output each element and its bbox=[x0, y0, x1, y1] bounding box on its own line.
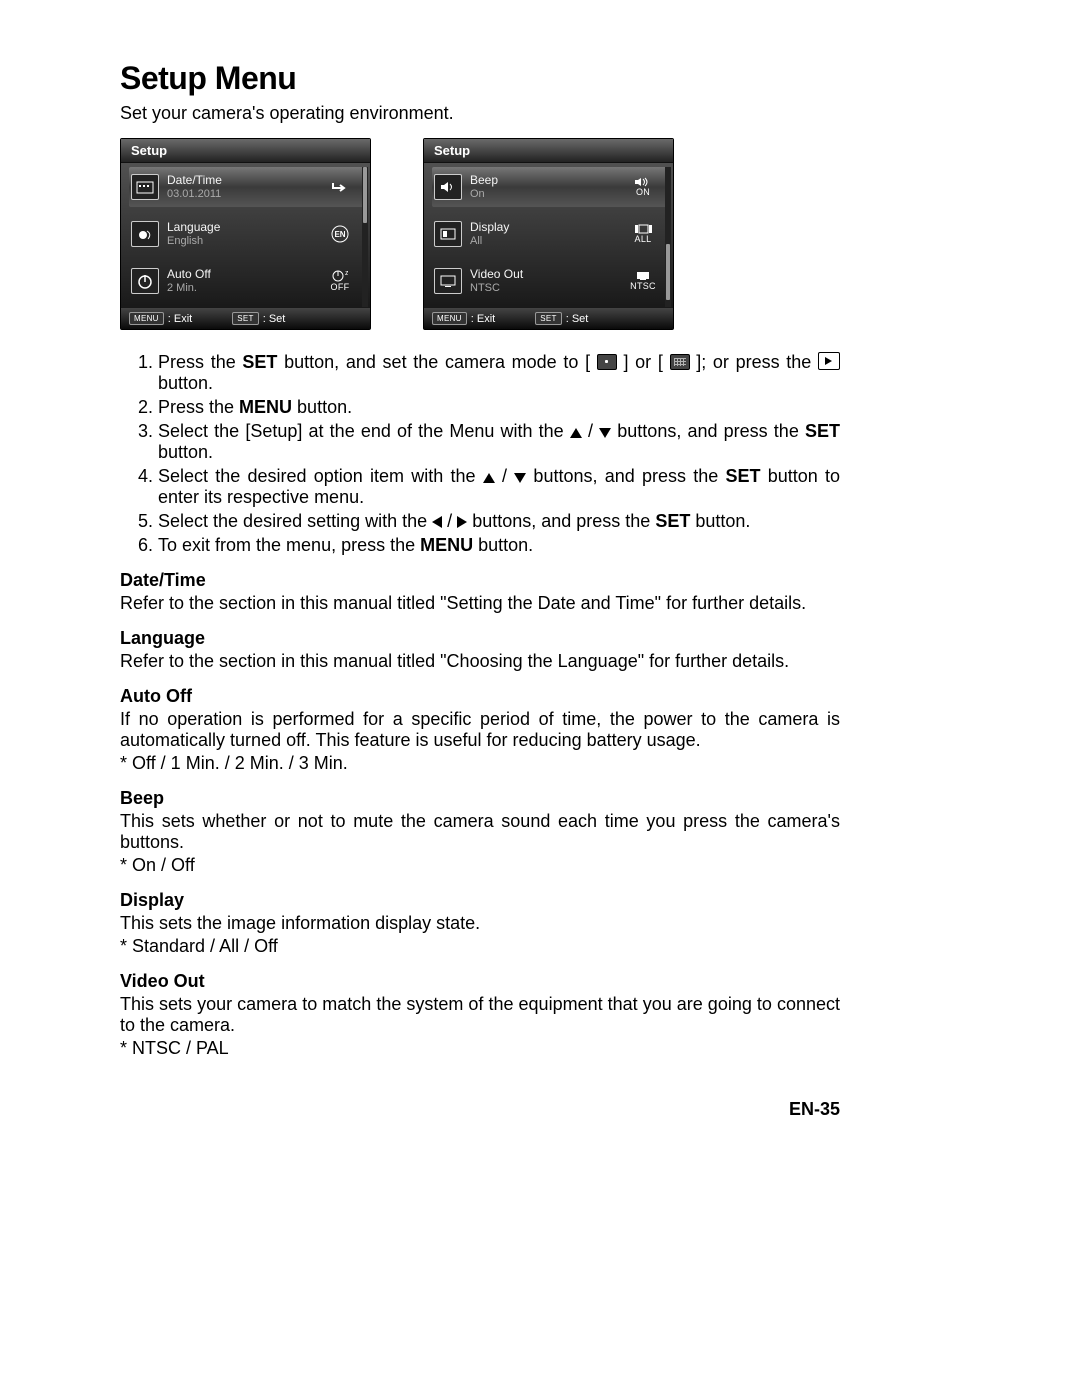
row-value: On bbox=[470, 188, 625, 200]
section-body: Refer to the section in this manual titl… bbox=[120, 651, 840, 672]
section-head: Beep bbox=[120, 788, 840, 809]
playback-icon bbox=[818, 352, 840, 370]
row-label: Video Out bbox=[470, 268, 625, 281]
set-chip: SET bbox=[232, 312, 258, 325]
ntsc-indicator: NTSC bbox=[625, 271, 661, 291]
menu-row: Video Out NTSC NTSC bbox=[432, 261, 667, 301]
off-indicator: z OFF bbox=[322, 270, 358, 292]
section-body: If no operation is performed for a speci… bbox=[120, 709, 840, 751]
scrollbar bbox=[665, 167, 671, 307]
enter-icon bbox=[322, 180, 358, 195]
scene-mode-icon bbox=[670, 354, 690, 370]
row-value: NTSC bbox=[470, 282, 625, 294]
page-number: EN-35 bbox=[120, 1099, 840, 1120]
step-1: Press the SET button, and set the camera… bbox=[158, 352, 840, 394]
page-title: Setup Menu bbox=[120, 60, 840, 97]
row-label: Display bbox=[470, 221, 625, 234]
section-options: * NTSC / PAL bbox=[120, 1038, 840, 1059]
section-head: Auto Off bbox=[120, 686, 840, 707]
section-head: Date/Time bbox=[120, 570, 840, 591]
row-value: All bbox=[470, 235, 625, 247]
left-icon bbox=[432, 516, 442, 528]
down-icon bbox=[599, 428, 611, 438]
on-indicator: ON bbox=[625, 177, 661, 197]
screen-setup-2: Setup Beep On ON Dis bbox=[423, 138, 674, 330]
step-2: Press the MENU button. bbox=[158, 397, 840, 418]
set-chip: SET bbox=[535, 312, 561, 325]
row-value: 2 Min. bbox=[167, 282, 322, 294]
section-body: Refer to the section in this manual titl… bbox=[120, 593, 840, 614]
row-label: Auto Off bbox=[167, 268, 322, 281]
menu-row: Display All ALL bbox=[432, 214, 667, 254]
up-icon bbox=[570, 428, 582, 438]
up-icon bbox=[483, 473, 495, 483]
row-label: Beep bbox=[470, 174, 625, 187]
row-value: 03.01.2011 bbox=[167, 188, 322, 200]
footer-set: SET : Set bbox=[535, 312, 588, 325]
all-indicator: ALL bbox=[625, 224, 661, 244]
section-body: This sets whether or not to mute the cam… bbox=[120, 811, 840, 853]
display-icon bbox=[434, 221, 462, 247]
power-icon bbox=[131, 268, 159, 294]
step-3: Select the [Setup] at the end of the Men… bbox=[158, 421, 840, 463]
svg-text:z: z bbox=[345, 270, 348, 277]
step-6: To exit from the menu, press the MENU bu… bbox=[158, 535, 840, 556]
footer-set: SET : Set bbox=[232, 312, 285, 325]
en-icon: EN bbox=[322, 225, 358, 244]
sound-icon bbox=[434, 174, 462, 200]
section-options: * On / Off bbox=[120, 855, 840, 876]
step-5: Select the desired setting with the / bu… bbox=[158, 511, 840, 532]
section-body: This sets the image information display … bbox=[120, 913, 840, 934]
video-icon bbox=[434, 268, 462, 294]
instruction-list: Press the SET button, and set the camera… bbox=[136, 352, 840, 556]
screen-header: Setup bbox=[424, 139, 673, 163]
menu-chip: MENU bbox=[129, 312, 164, 325]
calendar-icon bbox=[131, 174, 159, 200]
section-head: Display bbox=[120, 890, 840, 911]
section-head: Video Out bbox=[120, 971, 840, 992]
screenshots: Setup Date/Time 03.01.2011 Lan bbox=[120, 138, 840, 330]
screen-header: Setup bbox=[121, 139, 370, 163]
camera-mode-icon bbox=[597, 354, 617, 370]
footer-exit: MENU : Exit bbox=[432, 312, 495, 325]
language-icon bbox=[131, 221, 159, 247]
step-4: Select the desired option item with the … bbox=[158, 466, 840, 508]
right-icon bbox=[457, 516, 467, 528]
scrollbar bbox=[362, 167, 368, 307]
section-options: * Off / 1 Min. / 2 Min. / 3 Min. bbox=[120, 753, 840, 774]
row-label: Date/Time bbox=[167, 174, 322, 187]
menu-row: Auto Off 2 Min. z OFF bbox=[129, 261, 364, 301]
footer-exit: MENU : Exit bbox=[129, 312, 192, 325]
menu-row: Language English EN bbox=[129, 214, 364, 254]
down-icon bbox=[514, 473, 526, 483]
screen-setup-1: Setup Date/Time 03.01.2011 Lan bbox=[120, 138, 371, 330]
menu-row: Beep On ON bbox=[432, 167, 667, 207]
svg-text:EN: EN bbox=[334, 230, 345, 239]
section-head: Language bbox=[120, 628, 840, 649]
row-value: English bbox=[167, 235, 322, 247]
menu-row: Date/Time 03.01.2011 bbox=[129, 167, 364, 207]
row-label: Language bbox=[167, 221, 322, 234]
intro-text: Set your camera's operating environment. bbox=[120, 103, 840, 124]
menu-chip: MENU bbox=[432, 312, 467, 325]
section-options: * Standard / All / Off bbox=[120, 936, 840, 957]
section-body: This sets your camera to match the syste… bbox=[120, 994, 840, 1036]
